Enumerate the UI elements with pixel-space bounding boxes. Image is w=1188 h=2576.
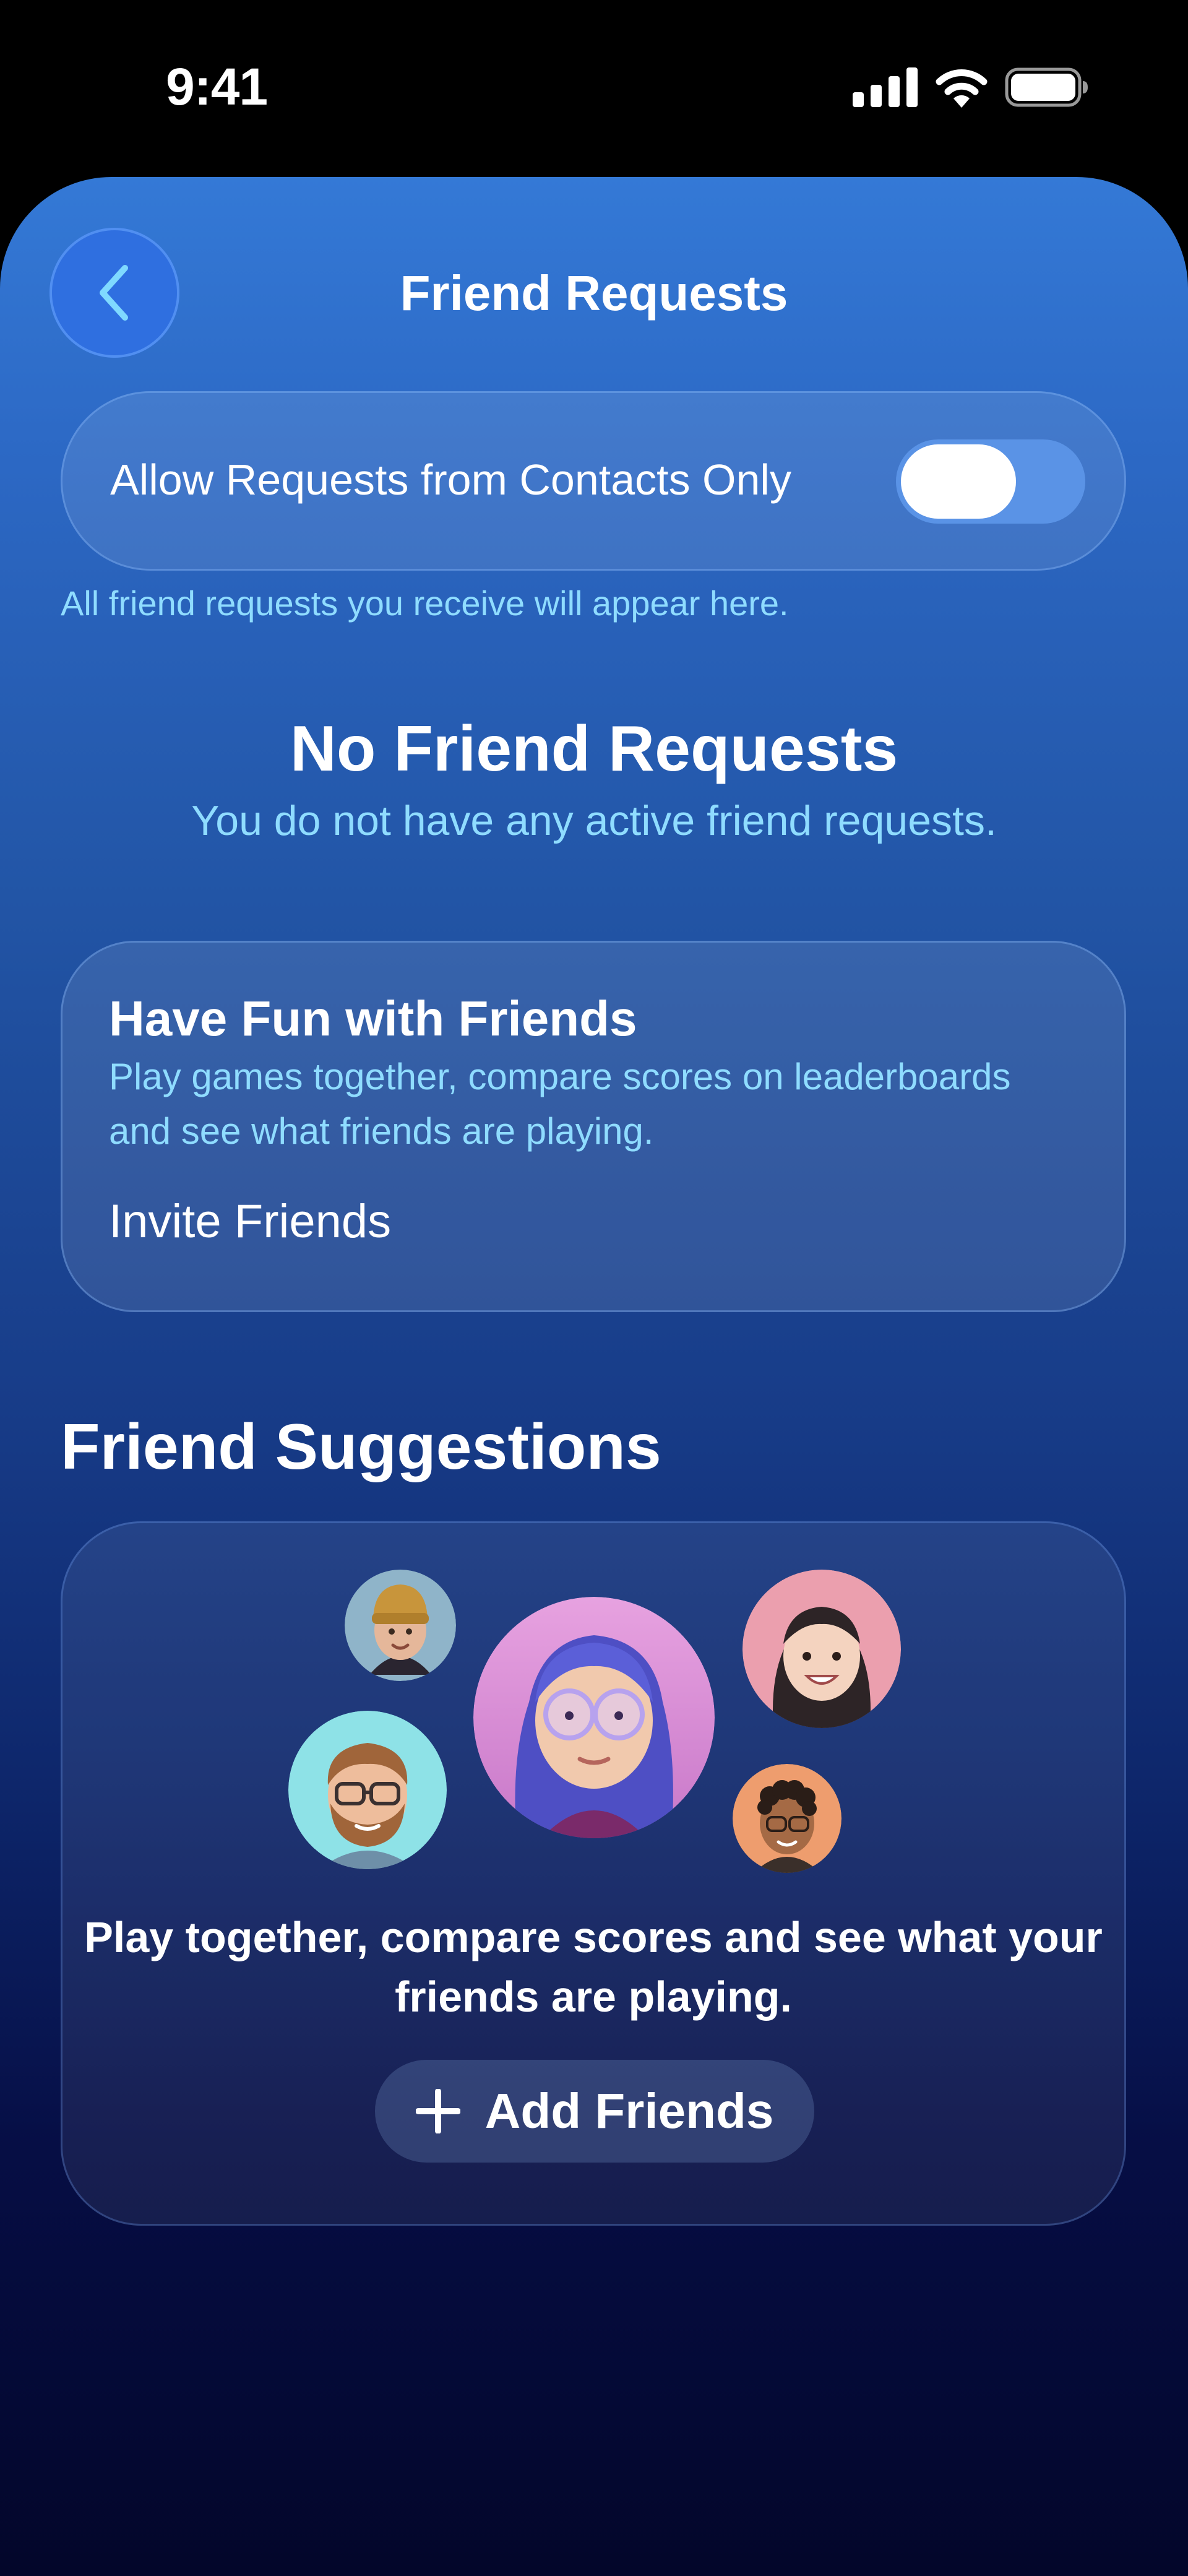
have-fun-card: Have Fun with Friends Play games togethe… [61, 941, 1126, 1312]
friend-suggestions-heading: Friend Suggestions [61, 1411, 661, 1483]
cellular-signal-icon [853, 67, 918, 107]
wifi-icon [936, 69, 988, 108]
page-title: Friend Requests [400, 266, 788, 321]
suggested-friend-avatar-featured[interactable] [473, 1597, 715, 1838]
suggested-friend-avatar-curly[interactable] [733, 1764, 842, 1873]
add-friends-label: Add Friends [484, 2083, 774, 2138]
status-time: 9:41 [166, 58, 268, 116]
contacts-only-label: Allow Requests from Contacts Only [110, 456, 791, 504]
contacts-only-setting: Allow Requests from Contacts Only [61, 391, 1126, 571]
empty-state-title: No Friend Requests [290, 713, 898, 785]
plus-icon [415, 2089, 460, 2133]
screen: 9:41 Friend Requests Allow Requests from… [0, 0, 1188, 2576]
requests-footnote: All friend requests you receive will app… [61, 584, 789, 623]
suggestions-description: Play together, compare scores and see wh… [84, 1913, 1103, 2021]
contacts-only-toggle[interactable] [896, 439, 1085, 524]
suggested-friend-avatar-beard[interactable] [288, 1711, 447, 1869]
toggle-knob [901, 444, 1016, 519]
suggested-friend-avatar-dark-hair[interactable] [742, 1570, 901, 1728]
add-friends-button[interactable]: Add Friends [375, 2060, 814, 2163]
empty-state-subtitle: You do not have any active friend reques… [191, 797, 997, 844]
status-icons [853, 66, 1089, 109]
have-fun-description: Play games together, compare scores on l… [109, 1056, 1011, 1152]
friend-suggestions-card: Play together, compare scores and see wh… [61, 1521, 1126, 2226]
friend-requests-sheet: Friend Requests Allow Requests from Cont… [0, 177, 1188, 2576]
battery-icon [1005, 67, 1088, 107]
have-fun-title: Have Fun with Friends [109, 991, 637, 1046]
suggested-friend-avatar-beanie[interactable] [345, 1570, 456, 1681]
invite-friends-link[interactable]: Invite Friends [109, 1193, 391, 1250]
